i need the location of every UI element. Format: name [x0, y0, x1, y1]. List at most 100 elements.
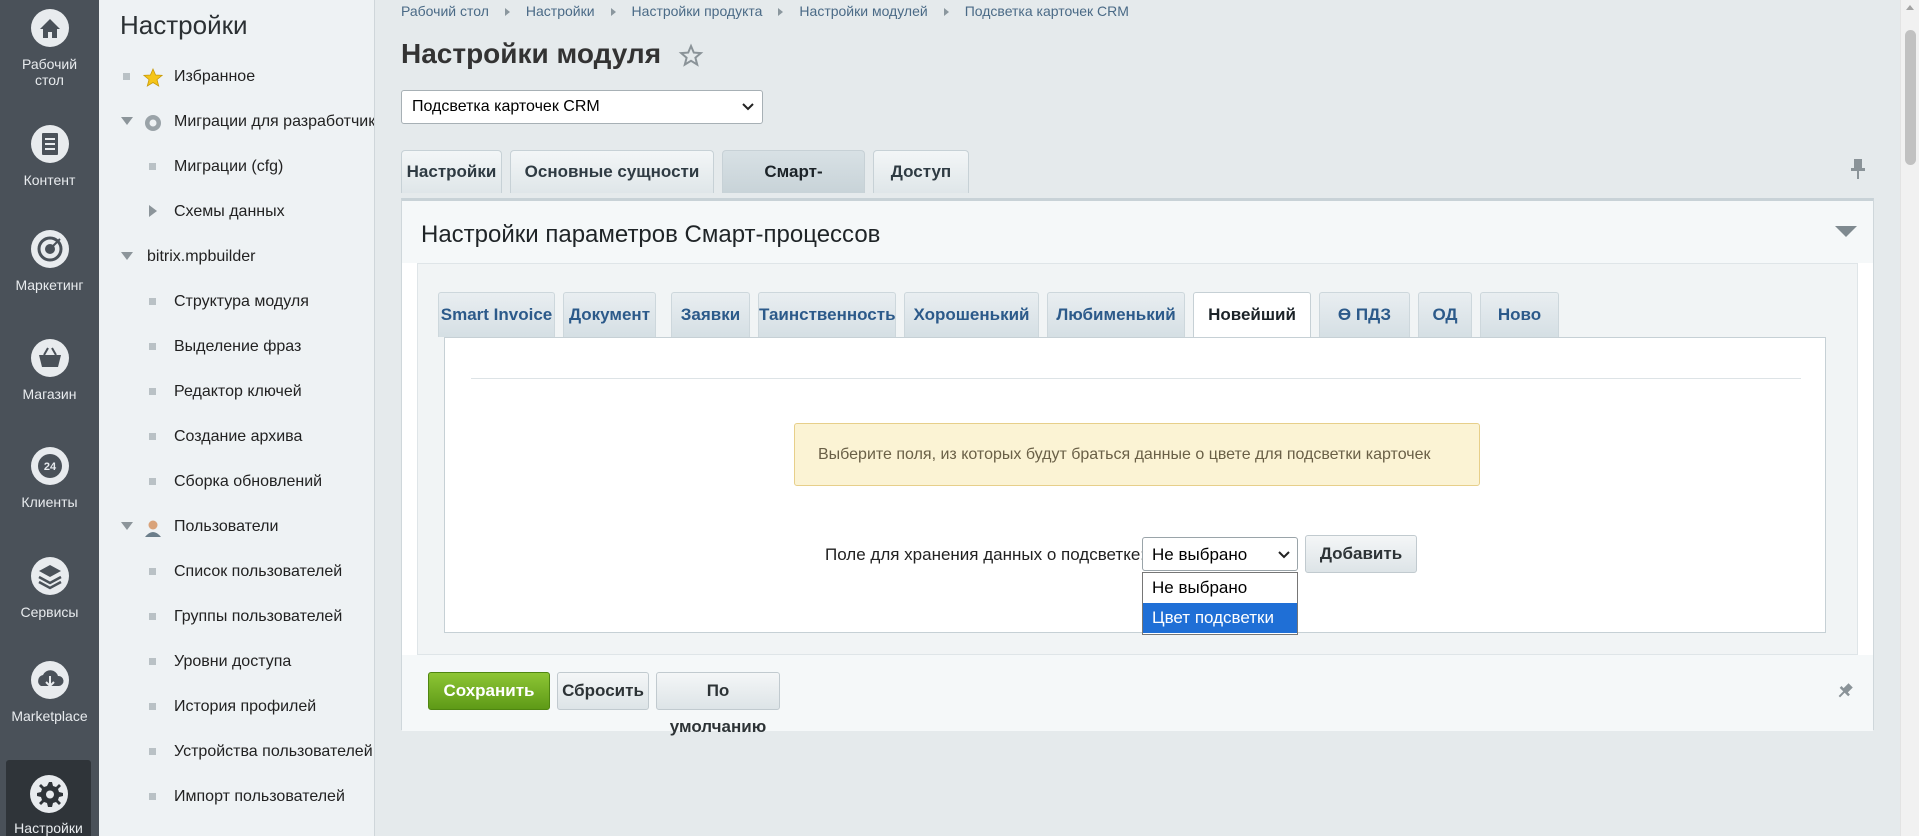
nav-item-shop[interactable]: Магазин	[0, 338, 99, 402]
tab-mystery[interactable]: Таинственность	[758, 292, 896, 337]
nav-item-content[interactable]: Контент	[0, 124, 99, 188]
menu-item-mpbuilder[interactable]: bitrix.mpbuilder	[99, 243, 374, 273]
tab-pdz[interactable]: ϴ ПДЗ	[1319, 292, 1410, 337]
breadcrumb-item[interactable]: Подсветка карточек CRM	[965, 3, 1129, 19]
tab-smart-invoice[interactable]: Smart Invoice	[438, 292, 555, 337]
nav-label: Сервисы	[20, 604, 79, 620]
scrollbar-thumb[interactable]	[1905, 30, 1916, 165]
menu-item-user-list[interactable]: Список пользователей	[99, 558, 374, 588]
dropdown-option-highlighted[interactable]: Цвет подсветки	[1143, 603, 1297, 633]
star-icon	[143, 68, 163, 87]
nav-item-services[interactable]: Сервисы	[0, 556, 99, 620]
settings-panel: Настройки параметров Смарт-процессов Sma…	[401, 198, 1874, 736]
bullet	[149, 343, 156, 350]
chevron-down-icon[interactable]	[121, 522, 133, 530]
tab-novo[interactable]: Ново	[1480, 292, 1559, 337]
nav-item-desktop[interactable]: Рабочий стол	[0, 8, 99, 88]
chevron-down-icon	[1278, 551, 1290, 559]
breadcrumb-item[interactable]: Рабочий стол	[401, 3, 489, 19]
menu-item-access-levels[interactable]: Уровни доступа	[99, 648, 374, 678]
field-label: Поле для хранения данных о подсветке:	[825, 545, 1146, 564]
save-button[interactable]: Сохранить	[428, 672, 550, 710]
nav-item-marketplace[interactable]: Marketplace	[0, 660, 99, 724]
nav-item-clients[interactable]: 24 Клиенты	[0, 446, 99, 510]
menu-item-archive[interactable]: Создание архива	[99, 423, 374, 453]
chevron-down-icon[interactable]	[121, 117, 133, 125]
chevron-down-icon[interactable]	[121, 252, 133, 260]
panel-header: Настройки параметров Смарт-процессов	[402, 201, 1873, 263]
menu-item-label: Миграции для разработчиков	[174, 113, 375, 130]
add-button[interactable]: Добавить	[1305, 535, 1417, 573]
bullet	[149, 748, 156, 755]
menu-item-label: Импорт пользователей	[174, 788, 345, 805]
bullet	[149, 163, 156, 170]
nav-label: Рабочий стол	[21, 56, 78, 88]
bullet	[123, 73, 130, 80]
tab-content: Выберите поля, из которых будут браться …	[444, 337, 1826, 635]
chevron-right-icon	[504, 8, 510, 17]
menu-item-favorites[interactable]: Избранное	[99, 63, 374, 93]
chevron-down-icon	[742, 103, 754, 111]
dropdown-option[interactable]: Не выбрано	[1143, 573, 1297, 603]
menu-item-user-groups[interactable]: Группы пользователей	[99, 603, 374, 633]
bullet	[149, 298, 156, 305]
bullet	[149, 613, 156, 620]
breadcrumb-item[interactable]: Настройки продукта	[632, 3, 763, 19]
basket-icon	[30, 339, 69, 377]
menu-item-key-editor[interactable]: Редактор ключей	[99, 378, 374, 408]
bullet	[149, 388, 156, 395]
info-notice: Выберите поля, из которых будут браться …	[794, 423, 1480, 486]
panel-title: Настройки параметров Смарт-процессов	[421, 221, 881, 248]
tab-document[interactable]: Документ	[563, 292, 656, 337]
pin-icon[interactable]	[1835, 681, 1855, 701]
menu-item-label: Миграции (cfg)	[174, 158, 284, 175]
module-select[interactable]: Подсветка карточек CRM	[401, 90, 763, 124]
menu-item-migrations[interactable]: Миграции для разработчиков	[99, 108, 375, 138]
breadcrumb-item[interactable]: Настройки	[526, 3, 595, 19]
menu-item-user-devices[interactable]: Устройства пользователей	[99, 738, 374, 768]
nav-label: Настройки	[14, 820, 83, 836]
star-icon[interactable]	[678, 43, 704, 69]
tab-newest[interactable]: Новейший	[1193, 292, 1311, 339]
tab-smart-processes[interactable]: Смарт-процессы	[722, 150, 865, 223]
page-scrollbar[interactable]	[1900, 0, 1919, 836]
pin-icon[interactable]	[1848, 158, 1868, 180]
tab-settings[interactable]: Настройки	[401, 150, 502, 193]
menu-item-build-updates[interactable]: Сборка обновлений	[99, 468, 374, 498]
target-icon	[30, 230, 69, 268]
nav-item-settings[interactable]: Настройки	[6, 760, 91, 836]
menu-item-migrations-cfg[interactable]: Миграции (cfg)	[99, 153, 374, 183]
scroll-up-icon[interactable]	[1906, 5, 1914, 10]
tab-beloved[interactable]: Любименький	[1047, 292, 1185, 337]
chevron-right-icon[interactable]	[149, 205, 157, 217]
highlight-field-select[interactable]: Не выбрано	[1142, 537, 1298, 571]
bullet	[149, 703, 156, 710]
menu-item-import-users[interactable]: Импорт пользователей	[99, 783, 374, 813]
default-button[interactable]: По умолчанию	[656, 672, 780, 736]
tab-requests[interactable]: Заявки	[671, 292, 750, 337]
tab-pretty[interactable]: Хорошенький	[904, 292, 1039, 337]
collapse-toggle-icon[interactable]	[1835, 226, 1857, 237]
menu-item-module-structure[interactable]: Структура модуля	[99, 288, 374, 318]
document-icon	[30, 125, 69, 163]
menu-item-data-schemas[interactable]: Схемы данных	[99, 198, 374, 228]
menu-item-users[interactable]: Пользователи	[99, 513, 374, 543]
menu-item-label: Уровни доступа	[174, 653, 292, 670]
reset-button[interactable]: Сбросить	[557, 672, 649, 710]
bullet	[149, 793, 156, 800]
tab-od[interactable]: ОД	[1418, 292, 1472, 337]
bullet	[149, 433, 156, 440]
menu-item-phrase-selection[interactable]: Выделение фраз	[99, 333, 374, 363]
tab-access[interactable]: Доступ	[873, 150, 969, 193]
nav-label: Marketplace	[11, 708, 88, 724]
svg-text:24: 24	[43, 461, 56, 473]
tab-main-entities[interactable]: Основные сущности	[510, 150, 714, 193]
smart-process-tabs-container: Smart Invoice Документ Заявки Таинственн…	[417, 263, 1858, 655]
nav-item-marketing[interactable]: Маркетинг	[0, 229, 99, 293]
menu-item-profile-history[interactable]: История профилей	[99, 693, 374, 723]
breadcrumb-item[interactable]: Настройки модулей	[799, 3, 927, 19]
chevron-right-icon	[778, 8, 784, 17]
bullet	[149, 478, 156, 485]
field-select-value: Не выбрано	[1152, 545, 1248, 564]
chevron-right-icon	[610, 8, 616, 17]
